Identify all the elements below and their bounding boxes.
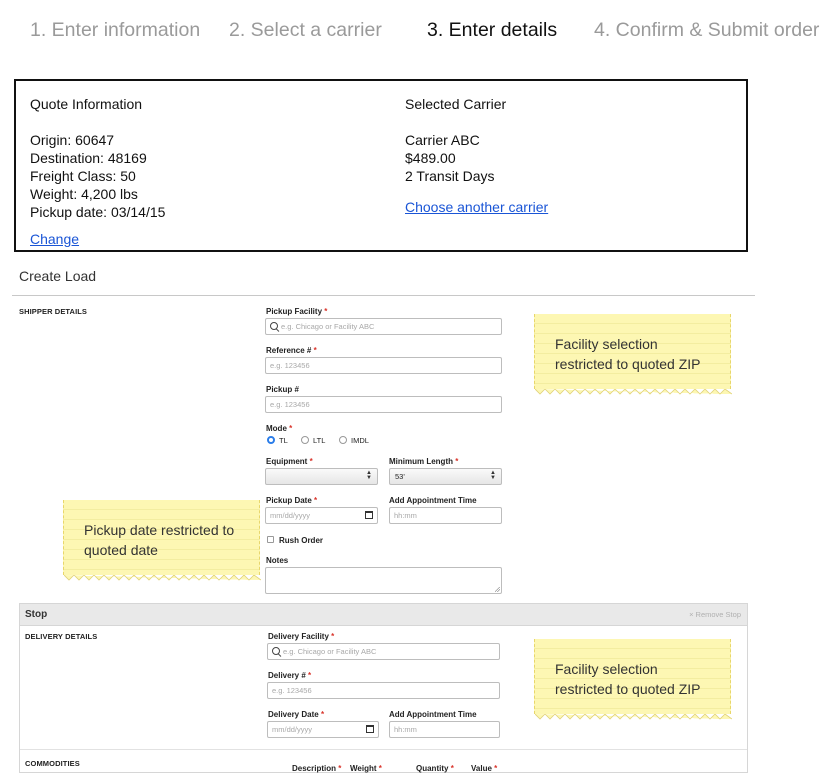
- step-enter-information: 1. Enter information: [30, 19, 201, 41]
- facility-restriction-note: Facility selection restricted to quoted …: [534, 314, 732, 395]
- quote-weight: Weight: 4,200 lbs: [30, 186, 138, 202]
- step-confirm-submit: 4. Confirm & Submit order: [594, 19, 820, 41]
- delivery-facility-label: Delivery Facility *: [268, 632, 335, 641]
- create-load-divider: [12, 295, 755, 296]
- appointment-time-placeholder: hh:mm: [394, 511, 417, 520]
- equipment-label: Equipment *: [266, 457, 313, 466]
- equipment-select[interactable]: ▲ ▼: [265, 468, 378, 485]
- remove-stop-button[interactable]: × Remove Stop: [689, 610, 741, 619]
- mode-ltl-radio[interactable]: [301, 436, 309, 444]
- carrier-name: Carrier ABC: [405, 132, 480, 148]
- rush-order-label: Rush Order: [279, 536, 324, 545]
- note-line: Facility selection: [555, 661, 658, 677]
- rush-order-checkbox[interactable]: [267, 536, 274, 543]
- commodity-description-header: Description *: [292, 764, 342, 773]
- mode-imdl-label: IMDL: [351, 436, 369, 445]
- notes-textarea[interactable]: [265, 567, 502, 594]
- note-line: quoted date: [84, 542, 158, 558]
- close-icon: ×: [689, 610, 694, 619]
- pickup-number-input[interactable]: e.g. 123456: [265, 396, 502, 413]
- quote-pickup-date: Pickup date: 03/14/15: [30, 204, 166, 220]
- note-torn-edge: [535, 389, 732, 395]
- calendar-icon[interactable]: [365, 511, 373, 519]
- minimum-length-label: Minimum Length *: [389, 457, 459, 466]
- delivery-facility-restriction-note: Facility selection restricted to quoted …: [534, 639, 732, 720]
- stop-title: Stop: [25, 609, 48, 620]
- quote-summary-box: Quote Information Origin: 60647 Destinat…: [14, 79, 748, 252]
- delivery-date-input[interactable]: mm/dd/yyyy: [267, 721, 379, 738]
- pickup-facility-input[interactable]: e.g. Chicago or Facility ABC: [265, 318, 502, 335]
- pickup-date-restriction-note: Pickup date restricted to quoted date: [63, 500, 261, 581]
- search-icon: [270, 322, 278, 330]
- delivery-appointment-time-input[interactable]: hh:mm: [389, 721, 500, 738]
- mode-ltl-label: LTL: [313, 436, 326, 445]
- search-icon: [272, 647, 280, 655]
- mode-tl-radio[interactable]: [267, 436, 275, 444]
- resize-grip-icon[interactable]: [495, 587, 500, 592]
- delivery-date-placeholder: mm/dd/yyyy: [272, 725, 313, 734]
- reference-label: Reference # *: [266, 346, 317, 355]
- delivery-appointment-time-placeholder: hh:mm: [394, 725, 417, 734]
- mode-label: Mode *: [266, 424, 293, 433]
- pickup-number-placeholder: e.g. 123456: [270, 400, 310, 409]
- calendar-icon[interactable]: [366, 725, 374, 733]
- appointment-time-label: Add Appointment Time: [389, 496, 477, 505]
- quote-information-heading: Quote Information: [30, 96, 143, 112]
- stop-header: Stop × Remove Stop: [20, 604, 747, 626]
- note-line: restricted to quoted ZIP: [555, 681, 701, 697]
- pickup-date-label: Pickup Date *: [266, 496, 318, 505]
- quote-origin: Origin: 60647: [30, 132, 115, 148]
- delivery-date-label: Delivery Date *: [268, 710, 325, 719]
- pickup-facility-placeholder: e.g. Chicago or Facility ABC: [281, 322, 375, 331]
- note-torn-edge: [64, 575, 261, 581]
- selected-carrier-heading: Selected Carrier: [405, 96, 507, 112]
- carrier-price: $489.00: [405, 150, 456, 166]
- pickup-date-placeholder: mm/dd/yyyy: [270, 511, 311, 520]
- carrier-transit-days: 2 Transit Days: [405, 168, 495, 184]
- select-arrows-icon: ▲ ▼: [366, 470, 372, 481]
- shipper-details-label: SHIPPER DETAILS: [19, 307, 88, 316]
- reference-placeholder: e.g. 123456: [270, 361, 310, 370]
- note-line: restricted to quoted ZIP: [555, 356, 701, 372]
- note-line: Facility selection: [555, 336, 658, 352]
- step-select-carrier: 2. Select a carrier: [229, 19, 382, 41]
- appointment-time-input[interactable]: hh:mm: [389, 507, 502, 524]
- pickup-facility-label: Pickup Facility *: [266, 307, 328, 316]
- minimum-length-value: 53': [395, 472, 405, 481]
- delivery-number-input[interactable]: e.g. 123456: [267, 682, 500, 699]
- note-line: Pickup date restricted to: [84, 522, 235, 538]
- commodity-weight-header: Weight *: [350, 764, 382, 773]
- note-torn-edge: [535, 714, 732, 720]
- commodities-label: COMMODITIES: [25, 759, 80, 768]
- choose-another-carrier-link[interactable]: Choose another carrier: [405, 198, 548, 216]
- mode-tl-label: TL: [279, 436, 288, 445]
- change-quote-link[interactable]: Change: [30, 230, 79, 248]
- pickup-date-input[interactable]: mm/dd/yyyy: [265, 507, 378, 524]
- minimum-length-select[interactable]: 53' ▲ ▼: [389, 468, 502, 485]
- pickup-number-label: Pickup #: [266, 385, 299, 394]
- commodity-quantity-header: Quantity *: [416, 764, 454, 773]
- quote-destination: Destination: 48169: [30, 150, 147, 166]
- delivery-number-placeholder: e.g. 123456: [272, 686, 312, 695]
- delivery-appointment-time-label: Add Appointment Time: [389, 710, 477, 719]
- mode-imdl-radio[interactable]: [339, 436, 347, 444]
- delivery-facility-input[interactable]: e.g. Chicago or Facility ABC: [267, 643, 500, 660]
- create-load-title: Create Load: [19, 268, 97, 284]
- remove-stop-label: Remove Stop: [695, 610, 741, 619]
- step-enter-details: 3. Enter details: [427, 19, 558, 41]
- delivery-details-label: DELIVERY DETAILS: [25, 632, 98, 641]
- reference-input[interactable]: e.g. 123456: [265, 357, 502, 374]
- delivery-facility-placeholder: e.g. Chicago or Facility ABC: [283, 647, 377, 656]
- notes-label: Notes: [266, 556, 289, 565]
- quote-freight-class: Freight Class: 50: [30, 168, 136, 184]
- stop-divider: [20, 749, 747, 750]
- delivery-number-label: Delivery # *: [268, 671, 312, 680]
- select-arrows-icon: ▲ ▼: [490, 470, 496, 481]
- commodity-value-header: Value *: [471, 764, 498, 773]
